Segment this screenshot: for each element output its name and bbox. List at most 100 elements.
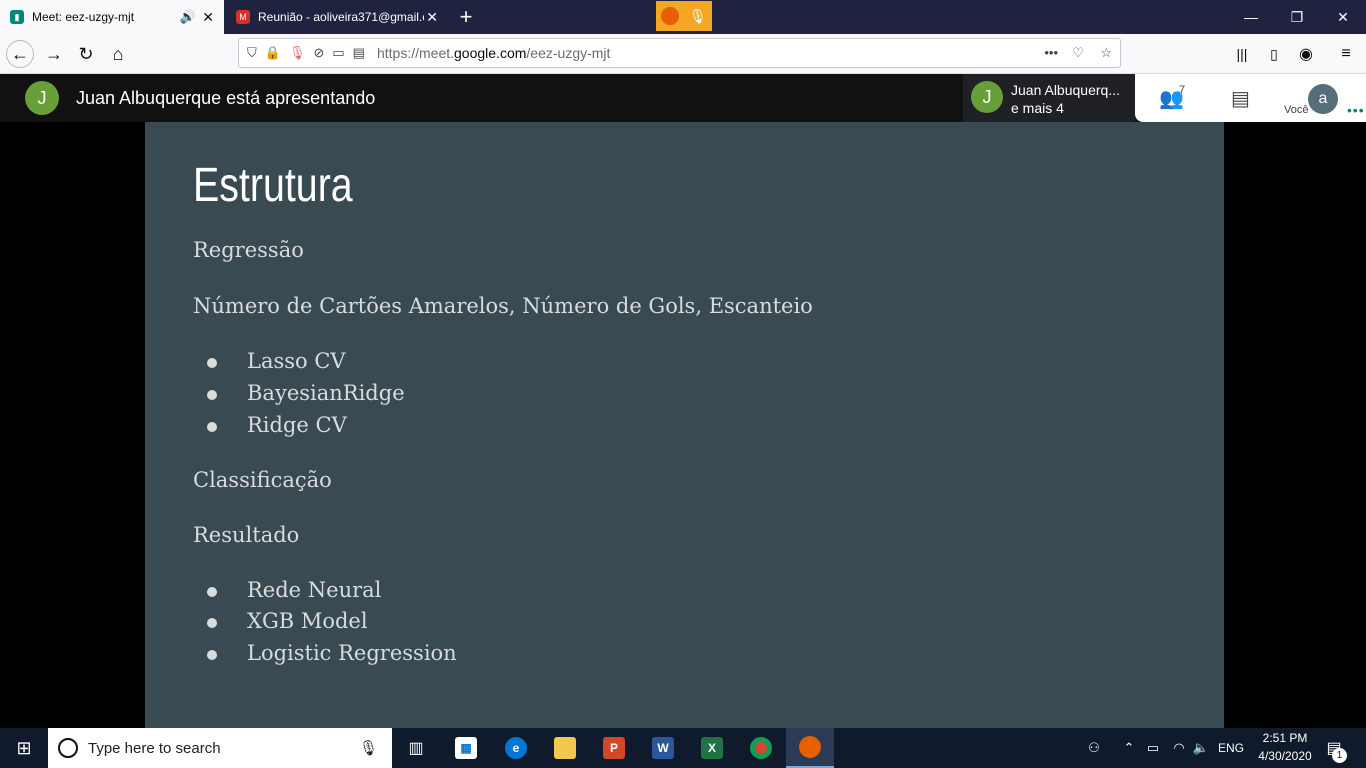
self-label: Você — [1284, 104, 1309, 116]
firefox-icon — [799, 736, 821, 758]
meet-controls: 👥 7 ▤ Você a ••• — [1135, 74, 1366, 122]
presenter-tile[interactable]: J Juan Albuquerq... e mais 4 — [963, 74, 1135, 122]
shield-icon[interactable]: ⛉ — [247, 45, 257, 61]
bullet-dot — [207, 390, 217, 400]
self-avatar[interactable]: a — [1308, 84, 1338, 114]
meet-icon: ▮ — [10, 10, 24, 24]
edge-icon: e — [505, 737, 527, 759]
battery-icon[interactable]: ▭ — [1142, 728, 1164, 768]
participants-count: 7 — [1179, 84, 1186, 96]
search-placeholder: Type here to search — [88, 739, 221, 757]
close-tab-icon[interactable]: ✕ — [426, 9, 438, 25]
presenter-tile-avatar: J — [971, 81, 1003, 113]
slide-title: Estrutura — [193, 159, 353, 212]
close-window-icon[interactable]: ✕ — [1320, 0, 1366, 34]
bullet-dot — [207, 650, 217, 660]
slide-heading: Número de Cartões Amarelos, Número de Go… — [193, 294, 813, 318]
gmail-icon: M — [236, 10, 250, 24]
reload-icon[interactable]: ↻ — [72, 40, 100, 68]
sidebar-icon[interactable]: ▯ — [1260, 40, 1288, 68]
language-indicator[interactable]: ENG — [1214, 728, 1248, 768]
clock-time[interactable]: 2:51 PM — [1250, 731, 1320, 745]
home-icon[interactable]: ⌂ — [104, 40, 132, 68]
slide-bullet: Lasso CV — [247, 349, 346, 373]
store-app[interactable]: ▦ — [442, 728, 490, 768]
browser-tab-bar: ▮ Meet: eez-uzgy-mjt 🔊 ✕ M Reunião - aol… — [0, 0, 1366, 34]
microphone-permission-icon[interactable]: 🎙 — [289, 45, 306, 61]
word-icon: W — [652, 737, 674, 759]
tab-gmail[interactable]: M Reunião - aoliveira371@gmail.c ✕ — [226, 0, 448, 34]
tab-meet[interactable]: ▮ Meet: eez-uzgy-mjt 🔊 ✕ — [0, 0, 224, 34]
url-text[interactable]: https://meet.google.com/eez-uzgy-mjt — [377, 45, 610, 61]
bullet-dot — [207, 618, 217, 628]
presenting-status: Juan Albuquerque está apresentando — [76, 88, 376, 108]
explorer-app[interactable] — [541, 728, 589, 768]
notification-badge: 1 — [1332, 748, 1347, 763]
powerpoint-app[interactable]: P — [590, 728, 638, 768]
windows-icon: ⊞ — [16, 737, 32, 758]
folder-icon — [554, 737, 576, 759]
taskbar-search[interactable]: Type here to search 🎙 — [48, 728, 392, 768]
page-actions-icon[interactable]: ••• — [1044, 45, 1058, 60]
speaker-icon[interactable]: 🔊 — [180, 9, 196, 25]
microphone-icon: 🎙 — [689, 7, 707, 24]
bookmark-star-icon[interactable]: ☆ — [1100, 45, 1112, 61]
forward-icon[interactable]: → — [40, 40, 68, 68]
excel-app[interactable]: X — [688, 728, 736, 768]
notification-icon[interactable]: ▤ — [353, 45, 365, 61]
slide-heading: Regressão — [193, 238, 304, 262]
wifi-icon[interactable]: ◠ — [1168, 728, 1190, 768]
start-button[interactable]: ⊞ — [0, 728, 48, 768]
firefox-app[interactable] — [786, 728, 834, 768]
store-icon: ▦ — [455, 737, 477, 759]
word-app[interactable]: W — [639, 728, 687, 768]
lock-icon[interactable]: 🔒 — [265, 45, 281, 61]
firefox-icon — [661, 7, 680, 25]
chevron-up-icon[interactable]: ⌃ — [1120, 728, 1138, 768]
slide-bullet: Ridge CV — [247, 413, 347, 437]
tab-title: Reunião - aoliveira371@gmail.c — [258, 10, 424, 24]
volume-icon[interactable]: 🔈 — [1190, 728, 1212, 768]
restore-icon[interactable]: ❐ — [1274, 0, 1320, 34]
browser-toolbar: ← → ↻ ⌂ ⛉ 🔒 🎙 ⊘ ▭ ▤ https://meet.google.… — [0, 34, 1366, 74]
bullet-dot — [207, 422, 217, 432]
bullet-dot — [207, 587, 217, 597]
close-tab-icon[interactable]: ✕ — [202, 9, 214, 25]
cortana-icon — [58, 738, 78, 758]
presenter-more: e mais 4 — [1011, 100, 1064, 116]
powerpoint-icon: P — [603, 737, 625, 759]
camera-blocked-icon[interactable]: ⊘ — [313, 45, 324, 61]
slide-heading: Classificação — [193, 468, 332, 492]
sharing-indicator[interactable]: 🎙 — [656, 1, 712, 31]
task-view-icon[interactable]: ▥ — [392, 728, 440, 768]
windows-taskbar: ⊞ Type here to search 🎙 ▥ ▦ e P W X ⚇ ⌃ … — [0, 728, 1366, 768]
slide-bullet: BayesianRidge — [247, 381, 405, 405]
library-icon[interactable]: ||| — [1228, 40, 1256, 68]
presenter-avatar: J — [25, 81, 59, 115]
minimize-icon[interactable]: — — [1228, 0, 1274, 34]
clock-date[interactable]: 4/30/2020 — [1250, 749, 1320, 763]
chrome-icon — [750, 737, 772, 759]
pocket-icon[interactable]: ♡ — [1072, 45, 1084, 61]
microphone-icon[interactable]: 🎙 — [359, 739, 378, 757]
screen-share-icon[interactable]: ▭ — [332, 45, 344, 61]
back-icon[interactable]: ← — [6, 40, 34, 68]
presentation-slide: Estrutura Regressão Número de Cartões Am… — [145, 122, 1224, 728]
chrome-app[interactable] — [737, 728, 785, 768]
account-icon[interactable]: ◉ — [1292, 40, 1320, 68]
menu-icon[interactable]: ≡ — [1332, 40, 1360, 68]
url-bar[interactable]: ⛉ 🔒 🎙 ⊘ ▭ ▤ https://meet.google.com/eez-… — [238, 38, 1121, 68]
more-options-icon[interactable]: ••• — [1347, 102, 1365, 118]
slide-bullet: XGB Model — [247, 609, 368, 633]
bullet-dot — [207, 358, 217, 368]
tab-title: Meet: eez-uzgy-mjt — [32, 10, 135, 24]
slide-bullet: Rede Neural — [247, 578, 382, 602]
presenter-name: Juan Albuquerq... — [1011, 82, 1120, 98]
slide-heading: Resultado — [193, 523, 300, 547]
edge-app[interactable]: e — [492, 728, 540, 768]
chat-icon[interactable]: ▤ — [1231, 86, 1250, 111]
people-icon[interactable]: ⚇ — [1082, 728, 1106, 768]
new-tab-icon[interactable]: + — [452, 4, 480, 30]
slide-bullet: Logistic Regression — [247, 641, 457, 665]
excel-icon: X — [701, 737, 723, 759]
